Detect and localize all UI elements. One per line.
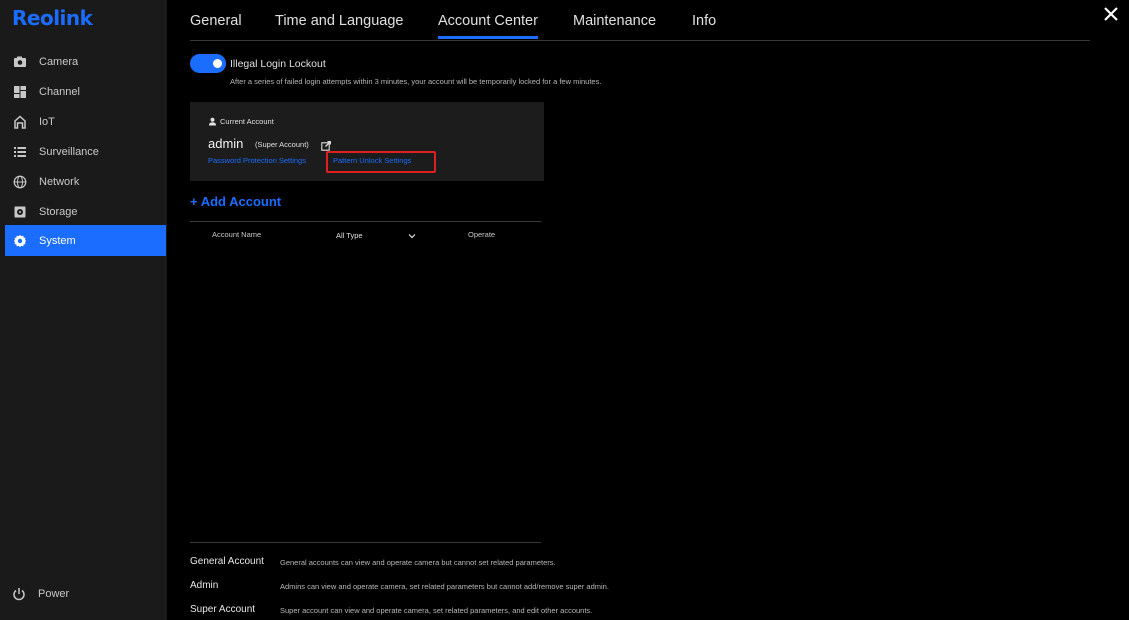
legend-term-general-account: General Account xyxy=(190,556,264,567)
tab-bar: General Time and Language Account Center… xyxy=(190,0,1090,41)
sidebar-item-channel[interactable]: Channel xyxy=(5,77,166,107)
tab-general[interactable]: General xyxy=(190,13,242,39)
sidebar-item-label: System xyxy=(39,234,76,247)
sidebar-item-label: Network xyxy=(39,176,80,188)
account-type-filter[interactable]: All Type xyxy=(334,228,420,244)
sidebar-item-label: Camera xyxy=(39,56,79,68)
sidebar-item-iot[interactable]: IoT xyxy=(5,107,166,137)
lockout-description: After a series of failed login attempts … xyxy=(230,77,602,86)
legend-desc-admin: Admins can view and operate camera, set … xyxy=(280,582,609,591)
network-icon xyxy=(13,175,27,189)
tab-maintenance[interactable]: Maintenance xyxy=(573,13,656,39)
reolink-logo: Reolink xyxy=(12,6,93,30)
sidebar-item-network[interactable]: Network xyxy=(5,167,166,197)
surveillance-icon xyxy=(13,145,27,159)
legend-term-super-account: Super Account xyxy=(190,604,256,615)
user-icon xyxy=(208,117,217,126)
sidebar-item-camera[interactable]: Camera xyxy=(5,47,166,77)
sidebar-item-label: IoT xyxy=(39,116,55,128)
pattern-unlock-settings-link[interactable]: Pattern Unlock Settings xyxy=(326,151,436,173)
power-button[interactable]: Power xyxy=(12,587,69,601)
tab-time-and-language[interactable]: Time and Language xyxy=(275,13,403,39)
tab-info[interactable]: Info xyxy=(692,13,716,39)
sidebar-item-storage[interactable]: Storage xyxy=(5,197,166,227)
power-label: Power xyxy=(38,588,70,600)
current-account-text: Current Account xyxy=(220,117,274,126)
table-bottom-divider xyxy=(190,542,541,543)
column-header-operate: Operate xyxy=(468,230,496,239)
power-icon xyxy=(13,588,25,601)
tab-account-center[interactable]: Account Center xyxy=(438,13,538,39)
legend-desc-super-account: Super account can view and operate camer… xyxy=(280,606,593,615)
chevron-down-icon xyxy=(408,234,416,239)
sidebar-item-label: Channel xyxy=(39,86,80,98)
table-top-divider xyxy=(190,221,541,222)
account-name: admin xyxy=(208,136,244,151)
account-type: (Super Account) xyxy=(255,140,309,149)
account-type-filter-value: All Type xyxy=(336,231,363,240)
password-protection-settings-link[interactable]: Password Protection Settings xyxy=(208,156,306,165)
close-button[interactable] xyxy=(1101,4,1121,24)
sidebar: Reolink Camera Channel IoT Surveillance … xyxy=(0,0,167,620)
iot-icon xyxy=(13,115,27,129)
edit-account-icon[interactable] xyxy=(321,138,331,151)
storage-icon xyxy=(13,205,27,219)
camera-icon xyxy=(13,55,27,69)
gear-icon xyxy=(13,234,27,248)
legend-term-admin: Admin xyxy=(190,580,219,591)
toggle-knob xyxy=(213,59,222,68)
lockout-label: Illegal Login Lockout xyxy=(230,58,326,70)
current-account-label: Current Account xyxy=(208,117,274,126)
legend-desc-general-account: General accounts can view and operate ca… xyxy=(280,558,556,567)
close-icon xyxy=(1104,7,1118,21)
sidebar-item-system[interactable]: System xyxy=(5,225,166,256)
channel-icon xyxy=(13,85,27,99)
sidebar-item-label: Surveillance xyxy=(39,146,99,158)
sidebar-item-label: Storage xyxy=(39,206,78,218)
add-account-button[interactable]: + Add Account xyxy=(190,194,281,209)
illegal-login-lockout-toggle[interactable] xyxy=(190,54,226,73)
column-header-account-name: Account Name xyxy=(212,230,262,239)
sidebar-item-surveillance[interactable]: Surveillance xyxy=(5,137,166,167)
current-account-panel: Current Account admin (Super Account) Pa… xyxy=(190,102,544,181)
